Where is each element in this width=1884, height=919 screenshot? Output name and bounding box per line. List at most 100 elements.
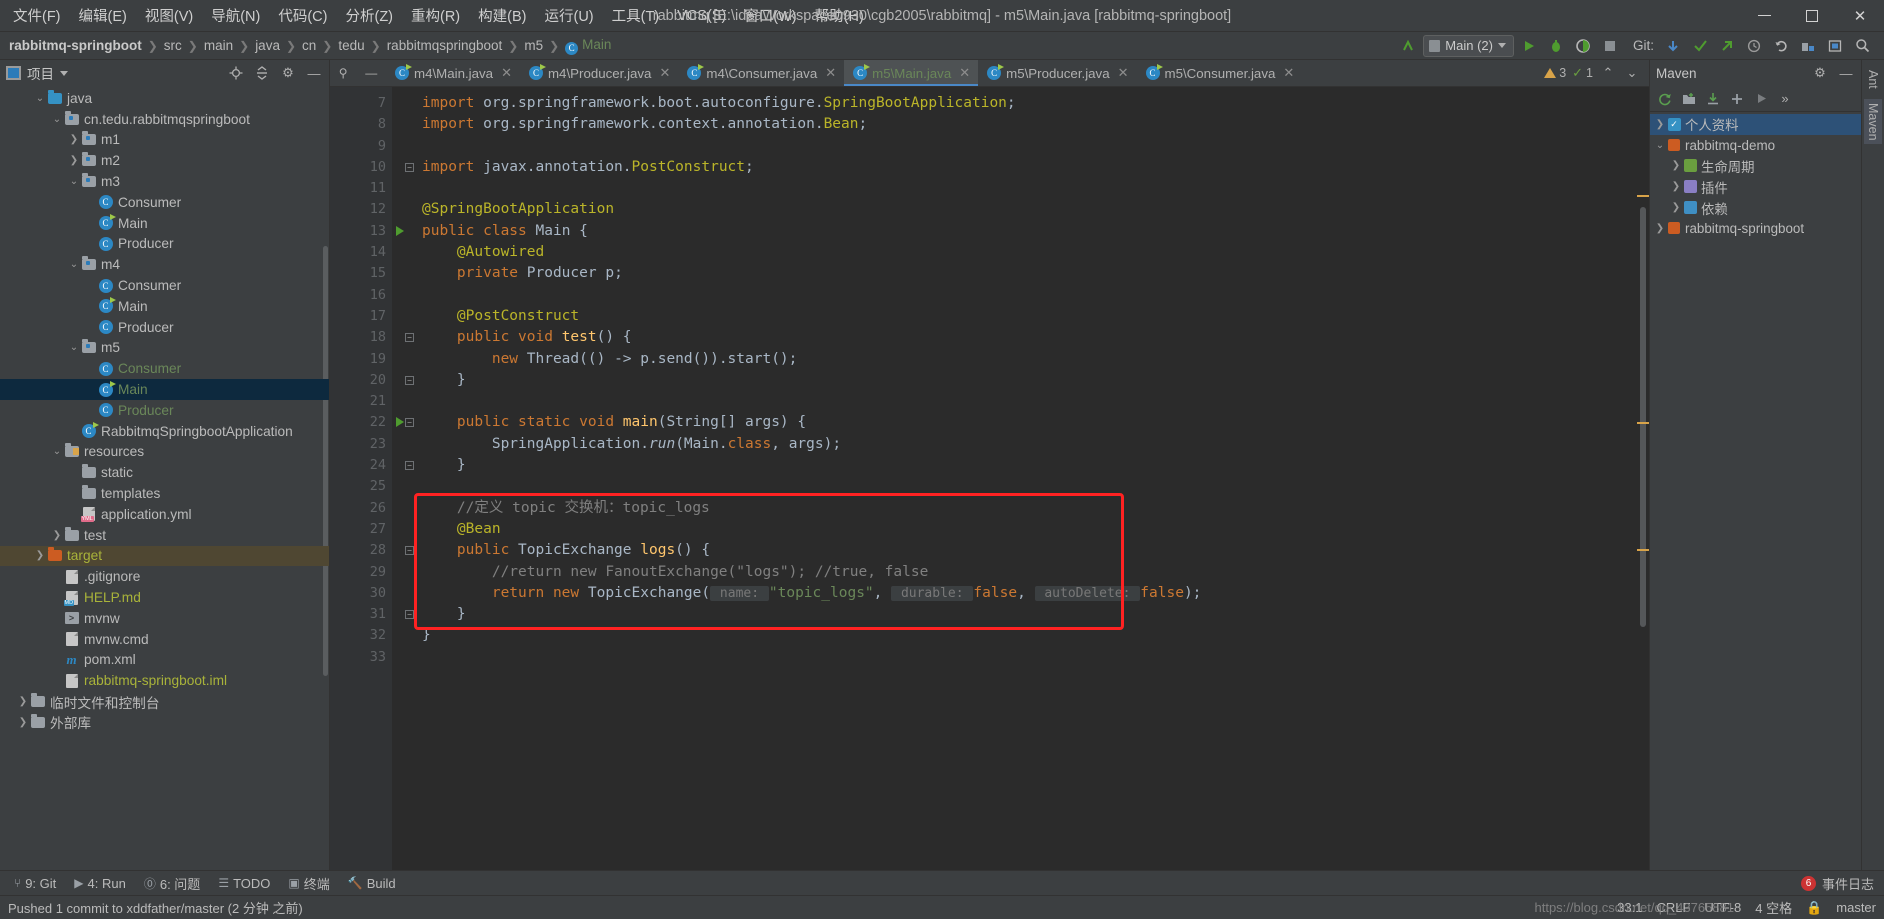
breadcrumb-item-1[interactable]: src [159,36,187,55]
maven-node-rabbitmq-demo[interactable]: ⌄ rabbitmq-demo [1650,135,1861,156]
code-line-23[interactable]: SpringApplication.run(Main.class, args); [422,434,1649,455]
line-number-25[interactable]: 25 [330,476,392,497]
indent-setting[interactable]: 4 空格 [1755,898,1792,917]
tree-node-mvnw[interactable]: > mvnw [0,608,329,629]
code-line-17[interactable]: @PostConstruct [422,306,1649,327]
editor-tab-m5-producer-java[interactable]: Cm5\Producer.java ✕ [978,60,1136,86]
git-branch[interactable]: master [1836,900,1876,915]
back-arrow-icon[interactable] [1396,35,1420,57]
code-line-18[interactable]: public void test() { [422,327,1649,348]
line-number-15[interactable]: 15 [330,263,392,284]
source-code[interactable]: import org.springframework.boot.autoconf… [392,87,1649,870]
line-number-22[interactable]: 22− [330,412,414,433]
chevron-right-icon[interactable]: ❯ [17,696,29,707]
line-number-29[interactable]: 29 [330,562,392,583]
breadcrumb-item-0[interactable]: rabbitmq-springboot [4,36,147,55]
line-number-8[interactable]: 8 [330,114,392,135]
tree-node-m5[interactable]: ⌄ m5 [0,338,329,359]
breadcrumb-item-3[interactable]: java [250,36,285,55]
maven-node--[interactable]: ❯ 插件 [1650,176,1861,197]
settings-gear-icon[interactable]: ⚙ [279,64,297,82]
tree-node-m3[interactable]: ⌄ m3 [0,171,329,192]
next-occurrence-icon[interactable]: ⌄ [1623,64,1641,82]
hide-panel-icon[interactable]: — [305,64,323,82]
tool-strip-maven[interactable]: Maven [1864,98,1882,145]
tool-window-button--[interactable]: ▣ 终端 [280,872,337,895]
search-icon[interactable] [1850,35,1874,57]
line-number-7[interactable]: 7 [330,93,392,114]
tree-node-templates[interactable]: templates [0,483,329,504]
maven-node-rabbitmq-springboot[interactable]: ❯ rabbitmq-springboot [1650,218,1861,239]
line-number-27[interactable]: 27 [330,519,392,540]
debug-icon[interactable] [1544,35,1568,57]
line-number-16[interactable]: 16 [330,285,392,306]
menu-item-11[interactable]: 窗口(W) [735,1,805,30]
tree-node-java[interactable]: ⌄ java [0,88,329,109]
menu-item-9[interactable]: 工具(T) [603,1,669,30]
warning-marker[interactable] [1637,195,1649,197]
weak-warning-count[interactable]: ✓ 1 [1572,65,1593,81]
chevron-right-icon[interactable]: ❯ [51,530,63,541]
code-line-32[interactable]: } [422,625,1649,646]
chevron-down-icon[interactable]: ⌄ [34,93,46,104]
tool-window-button-6-[interactable]: ⓪ 6: 问题 [136,872,208,895]
code-line-9[interactable] [422,136,1649,157]
code-line-20[interactable]: } [422,370,1649,391]
chevron-down-icon[interactable]: ⌄ [68,176,80,187]
chevron-right-icon[interactable]: ❯ [1654,223,1666,234]
add-maven-project-icon[interactable] [1678,89,1700,109]
tool-window-button-build[interactable]: 🔨 Build [340,874,404,893]
editor-tab-m4-main-java[interactable]: Cm4\Main.java ✕ [386,60,520,86]
tree-node-m4[interactable]: ⌄ m4 [0,254,329,275]
tree-node-consumer[interactable]: C Consumer [0,358,329,379]
lock-icon[interactable]: 🔒 [1806,900,1822,916]
code-line-11[interactable] [422,178,1649,199]
git-commit-icon[interactable] [1688,35,1712,57]
tree-node-cn-tedu-rabbitmqspringboot[interactable]: ⌄ cn.tedu.rabbitmqspringboot [0,109,329,130]
chevron-down-icon[interactable]: ⌄ [51,446,63,457]
line-number-31[interactable]: 31− [330,604,414,625]
code-line-31[interactable]: } [422,604,1649,625]
line-number-33[interactable]: 33 [330,647,392,668]
menu-item-5[interactable]: 分析(Z) [336,1,402,30]
chevron-down-icon[interactable]: ⌄ [68,259,80,270]
maximize-button[interactable] [1788,0,1836,31]
line-number-26[interactable]: 26 [330,498,392,519]
line-number-30[interactable]: 30 [330,583,392,604]
build-icon[interactable] [1796,35,1820,57]
code-line-12[interactable]: @SpringBootApplication [422,199,1649,220]
tree-node-consumer[interactable]: C Consumer [0,192,329,213]
tool-strip-ant[interactable]: Ant [1864,66,1882,93]
line-number-9[interactable]: 9 [330,136,392,157]
code-line-16[interactable] [422,285,1649,306]
chevron-down-icon[interactable]: ⌄ [51,114,63,125]
editor-scrollbar[interactable] [1637,87,1649,870]
tree-node-main[interactable]: C Main [0,213,329,234]
line-number-20[interactable]: 20− [330,370,414,391]
close-icon[interactable]: ✕ [659,65,670,81]
chevron-right-icon[interactable]: ❯ [68,134,80,145]
menu-item-6[interactable]: 重构(R) [402,1,469,30]
code-line-24[interactable]: } [422,455,1649,476]
previous-occurrence-icon[interactable]: ⌃ [1599,64,1617,82]
tree-node-m2[interactable]: ❯ m2 [0,150,329,171]
git-history-icon[interactable] [1742,35,1766,57]
tool-window-button-9-git[interactable]: ⑂ 9: Git [6,874,64,893]
run-icon[interactable] [1750,89,1772,109]
breadcrumb-item-8[interactable]: C Main [560,35,616,57]
breadcrumb-item-2[interactable]: main [199,36,238,55]
line-number-18[interactable]: 18− [330,327,414,348]
chevron-right-icon[interactable]: ❯ [34,550,46,561]
code-line-21[interactable] [422,391,1649,412]
chevron-right-icon[interactable]: ❯ [17,717,29,728]
line-number-11[interactable]: 11 [330,178,392,199]
tree-node-pom-xml[interactable]: m pom.xml [0,650,329,671]
code-line-8[interactable]: import org.springframework.context.annot… [422,114,1649,135]
tree-node--[interactable]: ❯ 临时文件和控制台 [0,691,329,712]
close-icon[interactable]: ✕ [1118,65,1129,81]
code-line-13[interactable]: public class Main { [422,221,1649,242]
project-tree[interactable]: ⌄ java ⌄ cn.tedu.rabbitmqspringboot ❯ m1 ❯ m2 ⌄ m… [0,86,329,870]
breadcrumb-item-6[interactable]: rabbitmqspringboot [382,36,508,55]
menu-item-7[interactable]: 构建(B) [469,1,535,30]
close-icon[interactable]: ✕ [501,65,512,81]
